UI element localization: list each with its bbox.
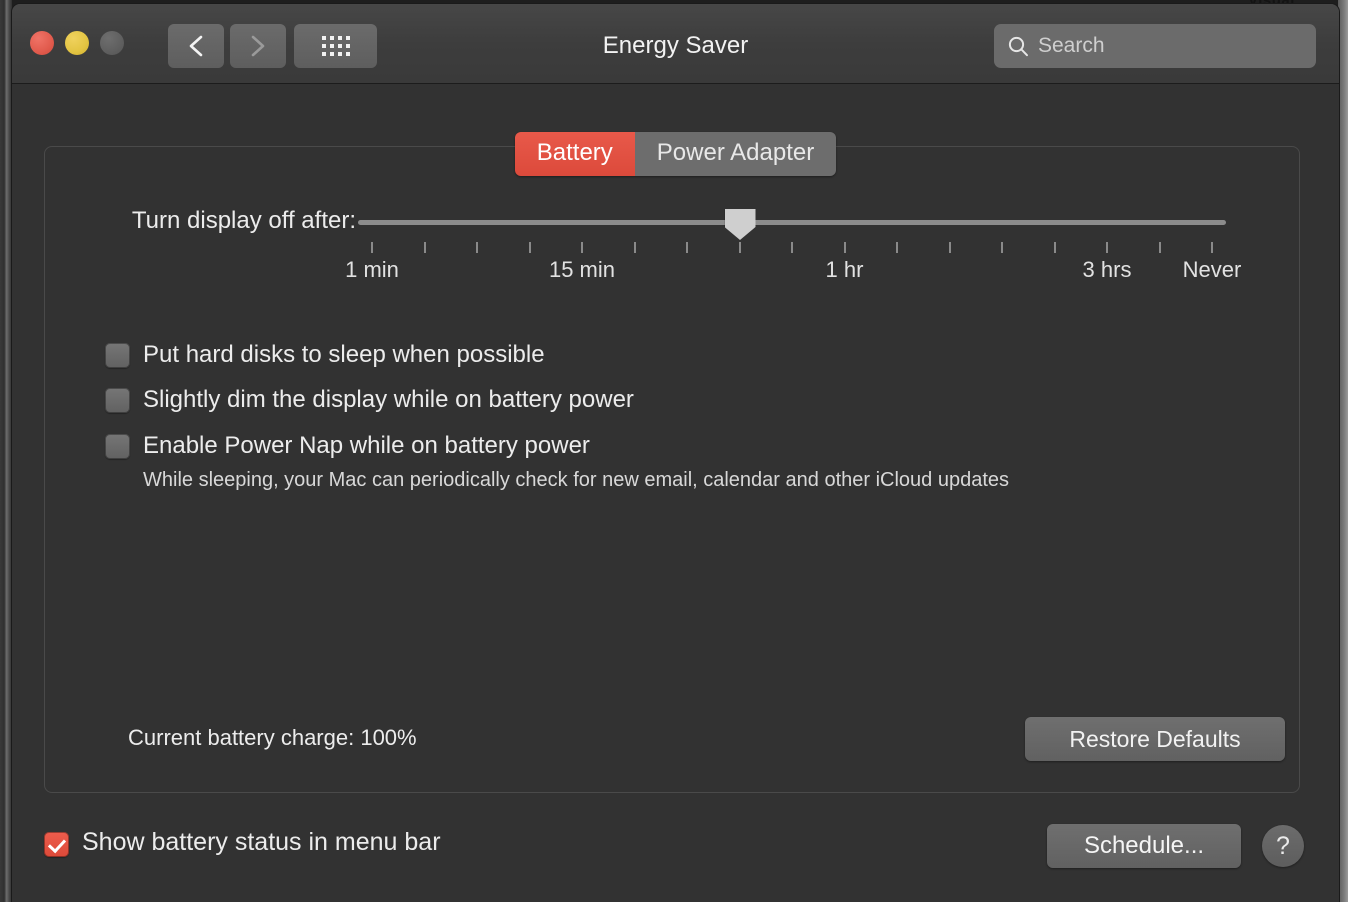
slider-track[interactable] [358,220,1226,225]
slider-tick [844,242,846,253]
window-bottom-bar: Show battery status in menu bar Schedule… [12,818,1339,874]
checkbox-dim-display[interactable] [105,388,130,413]
slider-tick-label-2: 1 hr [826,257,864,283]
slider-tick-labels: 1 min15 min1 hr3 hrsNever [358,257,1226,287]
slider-tick [476,242,478,253]
display-sleep-slider-row: Turn display off after: 1 min15 min1 hr3… [45,207,1299,247]
display-off-slider[interactable]: 1 min15 min1 hr3 hrsNever [358,207,1226,307]
options-checkbox-list: Put hard disks to sleep when possible Sl… [105,339,1245,492]
slider-tick [1054,242,1056,253]
slider-tick [1001,242,1003,253]
battery-charge-status: Current battery charge: 100% [128,725,417,751]
slider-tick [949,242,951,253]
slider-tick-marks [358,242,1226,254]
checkbox-row-hard-disks[interactable]: Put hard disks to sleep when possible [105,339,1245,371]
slider-tick [581,242,583,253]
slider-tick [634,242,636,253]
segmented-tab-control: Battery Power Adapter [515,132,836,176]
slider-tick-label-3: 3 hrs [1083,257,1132,283]
tab-bar: Battery Power Adapter [12,132,1339,176]
settings-panel: Turn display off after: 1 min 15 min 1 hr 3… [44,146,1300,793]
background-right-strip [1338,0,1348,902]
search-input[interactable]: Search [994,24,1316,68]
search-icon [1007,35,1029,57]
slider-tick [529,242,531,253]
show-battery-status-row[interactable]: Show battery status in menu bar [44,826,441,860]
slider-tick [371,242,373,253]
slider-tick [739,242,741,253]
checkbox-power-nap[interactable] [105,434,130,459]
slider-tick [1159,242,1161,253]
slider-tick-label-1: 15 min [549,257,615,283]
checkbox-label-hard-disks: Put hard disks to sleep when possible [143,339,545,371]
background-left-strip [0,0,12,902]
checkbox-label-dim-display: Slightly dim the display while on batter… [143,384,634,416]
slider-tick [686,242,688,253]
slider-tick [1106,242,1108,253]
slider-tick [791,242,793,253]
slider-tick [424,242,426,253]
preferences-content: Battery Power Adapter Turn display off a… [12,84,1339,902]
slider-tick [896,242,898,253]
power-nap-description: While sleeping, your Mac can periodicall… [143,469,1245,492]
checkbox-show-battery-status[interactable] [44,832,69,857]
schedule-button[interactable]: Schedule... [1047,824,1241,868]
checkbox-row-dim-display[interactable]: Slightly dim the display while on batter… [105,384,1245,416]
energy-saver-window: Energy Saver Search Battery Power Adapte… [12,4,1339,902]
slider-label: Turn display off after: [76,207,356,235]
slider-tick-label-4: Never [1183,257,1242,283]
checkbox-label-show-battery-status: Show battery status in menu bar [82,826,441,860]
window-titlebar: Energy Saver Search [12,4,1339,84]
slider-tick-label-0: 1 min [345,257,399,283]
checkbox-label-power-nap: Enable Power Nap while on battery power [143,430,590,462]
slider-tick [1211,242,1213,253]
checkbox-hard-disks[interactable] [105,343,130,368]
checkbox-row-power-nap[interactable]: Enable Power Nap while on battery power [105,430,1245,462]
help-button[interactable]: ? [1262,825,1304,867]
restore-defaults-button[interactable]: Restore Defaults [1025,717,1285,761]
tab-battery[interactable]: Battery [515,132,635,176]
slider-thumb[interactable] [725,209,756,240]
search-placeholder: Search [1038,34,1105,58]
tab-power-adapter[interactable]: Power Adapter [635,132,836,176]
